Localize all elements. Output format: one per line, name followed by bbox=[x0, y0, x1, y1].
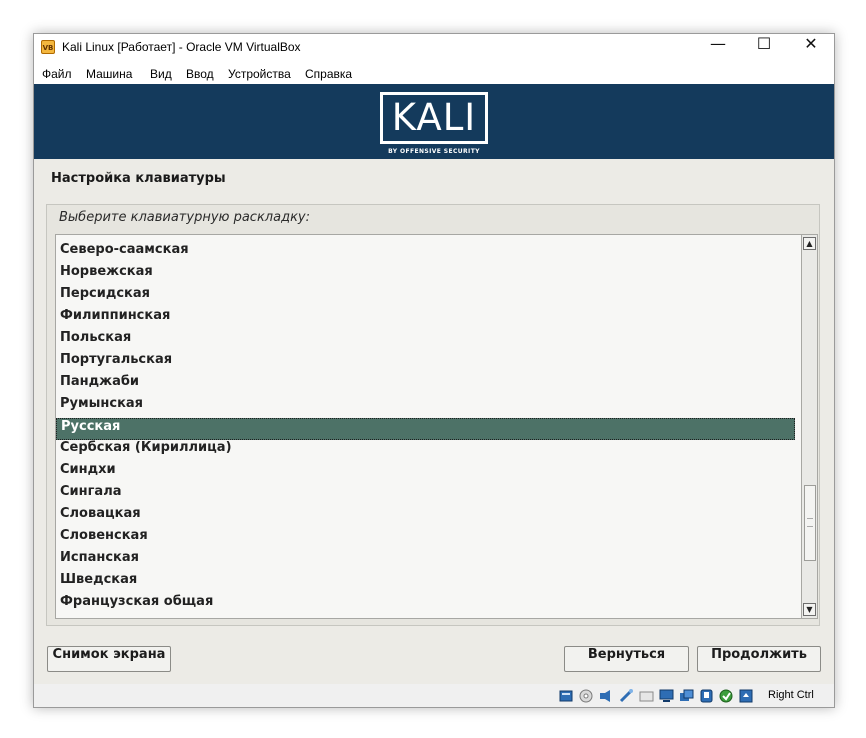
page-title: Настройка клавиатуры bbox=[51, 171, 226, 186]
scroll-up-arrow-icon[interactable]: ▲ bbox=[803, 237, 816, 250]
network-icon[interactable] bbox=[619, 688, 634, 703]
list-item[interactable]: Испанская bbox=[56, 550, 795, 572]
list-item[interactable]: Словенская bbox=[56, 528, 795, 550]
virtualization-icon[interactable] bbox=[719, 688, 734, 703]
scrollbar-thumb[interactable] bbox=[804, 485, 816, 561]
menu-input[interactable]: Ввод bbox=[186, 67, 214, 81]
list-item[interactable]: Панджаби bbox=[56, 374, 795, 396]
list-item[interactable]: Португальская bbox=[56, 352, 795, 374]
screenshot-button[interactable]: Снимок экрана bbox=[47, 646, 171, 672]
vm-screen[interactable]: KALI BY OFFENSIVE SECURITY Настройка кла… bbox=[34, 84, 834, 684]
menu-help[interactable]: Справка bbox=[305, 67, 352, 81]
menu-bar: Файл Машина Вид Ввод Устройства Справка bbox=[34, 62, 834, 84]
list-item[interactable]: Шведская bbox=[56, 572, 795, 594]
kali-banner: KALI BY OFFENSIVE SECURITY bbox=[34, 84, 834, 159]
maximize-button[interactable]: ☐ bbox=[741, 34, 787, 62]
menu-devices[interactable]: Устройства bbox=[228, 67, 291, 81]
menu-file[interactable]: Файл bbox=[42, 67, 72, 81]
list-item[interactable]: Польская bbox=[56, 330, 795, 352]
list-scrollbar[interactable]: ▲ ▼ bbox=[802, 234, 818, 619]
keyboard-layout-panel: Выберите клавиатурную раскладку: Северо-… bbox=[46, 204, 820, 626]
list-item[interactable]: Французская общая bbox=[56, 594, 795, 616]
continue-button[interactable]: Продолжить bbox=[697, 646, 821, 672]
list-item[interactable]: Сербская (Кириллица) bbox=[56, 440, 795, 462]
title-bar[interactable]: VB Kali Linux [Работает] - Oracle VM Vir… bbox=[34, 34, 834, 62]
virtualbox-window: VB Kali Linux [Работает] - Oracle VM Vir… bbox=[33, 33, 835, 708]
usb-icon[interactable] bbox=[699, 688, 714, 703]
layout-list[interactable]: Северо-саамская Норвежская Персидская Фи… bbox=[55, 234, 802, 619]
shared-folder-icon[interactable] bbox=[639, 688, 654, 702]
menu-machine[interactable]: Машина bbox=[86, 67, 132, 81]
optical-disc-icon[interactable] bbox=[579, 688, 594, 703]
list-item-selected[interactable]: Русская bbox=[56, 418, 795, 440]
list-item[interactable]: Словацкая bbox=[56, 506, 795, 528]
close-button[interactable]: ✕ bbox=[788, 34, 834, 62]
host-key-label: Right Ctrl bbox=[768, 689, 814, 701]
list-item[interactable]: Персидская bbox=[56, 286, 795, 308]
scroll-down-arrow-icon[interactable]: ▼ bbox=[803, 603, 816, 616]
back-button[interactable]: Вернуться bbox=[564, 646, 689, 672]
status-bar: Right Ctrl bbox=[34, 684, 834, 707]
kali-logo-subtitle: BY OFFENSIVE SECURITY bbox=[388, 148, 480, 155]
minimize-button[interactable]: — bbox=[695, 34, 741, 62]
list-item[interactable]: Сингала bbox=[56, 484, 795, 506]
list-item[interactable]: Северо-саамская bbox=[56, 242, 795, 264]
list-item[interactable]: Синдхи bbox=[56, 462, 795, 484]
list-item[interactable]: Филиппинская bbox=[56, 308, 795, 330]
display-icon[interactable] bbox=[659, 688, 674, 702]
list-item[interactable]: Норвежская bbox=[56, 264, 795, 286]
mouse-integration-icon[interactable] bbox=[739, 688, 754, 703]
menu-view[interactable]: Вид bbox=[150, 67, 172, 81]
virtualbox-app-icon: VB bbox=[41, 40, 55, 54]
hard-disk-icon[interactable] bbox=[559, 688, 574, 702]
audio-icon[interactable] bbox=[599, 688, 614, 702]
kali-logo: KALI bbox=[380, 92, 488, 144]
scrollbar-grip-icon bbox=[807, 518, 813, 527]
list-item[interactable]: Румынская bbox=[56, 396, 795, 418]
video-capture-icon[interactable] bbox=[679, 688, 694, 702]
kali-logo-text: KALI bbox=[391, 96, 477, 139]
layout-prompt: Выберите клавиатурную раскладку: bbox=[59, 210, 310, 225]
window-title: Kali Linux [Работает] - Oracle VM Virtua… bbox=[62, 40, 301, 54]
